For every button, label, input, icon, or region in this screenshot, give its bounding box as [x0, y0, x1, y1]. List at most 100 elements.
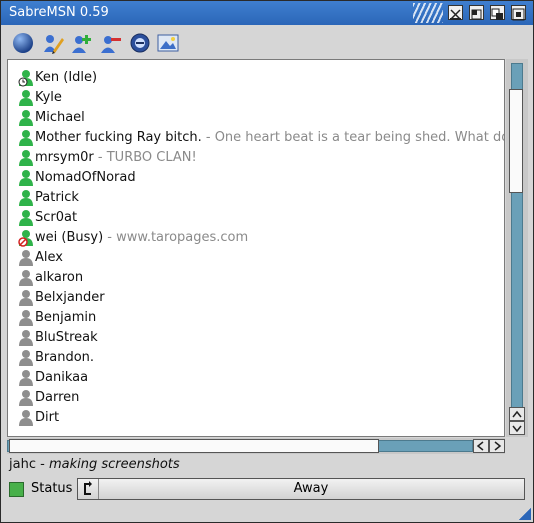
picture-icon[interactable]: [157, 32, 179, 54]
contact-name: Alex: [35, 250, 63, 265]
contact-name: Scr0at: [35, 210, 78, 225]
contact-row[interactable]: alkaron: [8, 268, 504, 288]
horizontal-scrollbar[interactable]: [7, 438, 505, 454]
self-name: jahc: [9, 457, 36, 472]
contact-entry: NomadOfNorad: [35, 170, 136, 185]
offline-buddy-icon: [19, 290, 33, 306]
depth-icon: [491, 8, 503, 20]
contact-name: wei (Busy): [35, 230, 104, 245]
vertical-scrollbar[interactable]: [506, 59, 528, 437]
iconify-button[interactable]: [448, 5, 463, 20]
contact-name: Danikaa: [35, 370, 89, 385]
contact-entry: Darren: [35, 390, 79, 405]
contact-row[interactable]: Michael: [8, 108, 504, 128]
depth-button[interactable]: [490, 5, 505, 20]
contact-name: Mother fucking Ray bitch.: [35, 130, 202, 145]
horizontal-scroll-thumb[interactable]: [9, 439, 379, 453]
scroll-left-button[interactable]: [473, 439, 489, 453]
contact-row[interactable]: Dirt: [8, 408, 504, 428]
personal-status-line: jahc - making screenshots: [9, 457, 180, 472]
status-bar: Status Away: [7, 477, 527, 501]
contact-entry: Mother fucking Ray bitch. - One heart be…: [35, 130, 504, 145]
contact-name: mrsym0r: [35, 150, 94, 165]
window-title: SabreMSN 0.59: [9, 5, 109, 20]
contact-row[interactable]: Belxjander: [8, 288, 504, 308]
contact-message: TURBO CLAN!: [106, 150, 197, 165]
zoom-icon: [471, 9, 482, 20]
contact-row[interactable]: Mother fucking Ray bitch. - One heart be…: [8, 128, 504, 148]
contact-entry: mrsym0r - TURBO CLAN!: [35, 150, 197, 165]
contact-row[interactable]: Scr0at: [8, 208, 504, 228]
offline-buddy-icon: [19, 390, 33, 406]
contact-name: BluStreak: [35, 330, 98, 345]
contact-entry: BluStreak: [35, 330, 98, 345]
contact-entry: Alex: [35, 250, 63, 265]
title-bar[interactable]: SabreMSN 0.59: [1, 1, 533, 25]
scroll-right-button[interactable]: [489, 439, 505, 453]
scroll-down-button[interactable]: [509, 421, 525, 435]
contact-row[interactable]: Kyle: [8, 88, 504, 108]
resize-gadget[interactable]: [519, 508, 531, 520]
online-buddy-icon: [19, 110, 33, 126]
search-icon[interactable]: [129, 32, 151, 54]
contact-row[interactable]: Darren: [8, 388, 504, 408]
busy-buddy-icon: [18, 230, 33, 247]
zoom-button[interactable]: [469, 5, 484, 20]
offline-buddy-icon: [19, 370, 33, 386]
contact-entry: alkaron: [35, 270, 83, 285]
status-color-swatch: [9, 482, 24, 497]
online-buddy-icon: [19, 210, 33, 226]
contact-entry: Benjamin: [35, 310, 96, 325]
vertical-scroll-thumb[interactable]: [509, 89, 523, 193]
status-cycle-button[interactable]: Away: [77, 478, 525, 500]
chevron-up-icon: [512, 410, 522, 418]
offline-buddy-icon: [19, 350, 33, 366]
contact-entry: Kyle: [35, 90, 62, 105]
contact-entry: Belxjander: [35, 290, 105, 305]
contact-row[interactable]: Ken (Idle): [8, 68, 504, 88]
contact-name: Dirt: [35, 410, 60, 425]
contact-row[interactable]: Patrick: [8, 188, 504, 208]
online-buddy-icon: [19, 130, 33, 146]
contact-entry: Ken (Idle): [35, 70, 97, 85]
contact-separator: -: [201, 130, 215, 145]
cycle-icon: [78, 479, 99, 499]
idle-buddy-icon: [18, 70, 33, 87]
contact-row[interactable]: mrsym0r - TURBO CLAN!: [8, 148, 504, 168]
contact-entry: Scr0at: [35, 210, 77, 225]
contact-name: Ken (Idle): [35, 70, 98, 85]
title-drag-stripes: [413, 3, 443, 23]
contact-name: Benjamin: [35, 310, 97, 325]
offline-buddy-icon: [19, 310, 33, 326]
contact-name: Michael: [35, 110, 85, 125]
contact-entry: Danikaa: [35, 370, 88, 385]
contact-row[interactable]: Brandon.: [8, 348, 504, 368]
contact-row[interactable]: BluStreak: [8, 328, 504, 348]
remove-contact-icon[interactable]: [100, 32, 122, 54]
contact-row[interactable]: Benjamin: [8, 308, 504, 328]
add-contact-icon[interactable]: [71, 32, 93, 54]
contact-name: Brandon.: [35, 350, 95, 365]
contact-list[interactable]: Ken (Idle) Kyle Michael Mother fucking Ray …: [7, 59, 505, 437]
contact-row[interactable]: Alex: [8, 248, 504, 268]
contact-row[interactable]: NomadOfNorad: [8, 168, 504, 188]
chevron-right-icon: [494, 441, 502, 451]
online-buddy-icon: [19, 150, 33, 166]
contact-row[interactable]: wei (Busy) - www.taropages.com: [8, 228, 504, 248]
contact-row[interactable]: Danikaa: [8, 368, 504, 388]
status-label: Status: [31, 481, 73, 496]
offline-buddy-icon: [19, 270, 33, 286]
offline-buddy-icon: [19, 330, 33, 346]
contact-entry: Michael: [35, 110, 85, 125]
contact-message: www.taropages.com: [116, 230, 249, 245]
scroll-up-button[interactable]: [509, 407, 525, 421]
online-status-icon[interactable]: [12, 32, 34, 54]
contact-name: Patrick: [35, 190, 79, 205]
contact-entry: Patrick: [35, 190, 79, 205]
maximize-icon: [512, 8, 525, 21]
maximize-button[interactable]: [511, 5, 526, 21]
edit-icon[interactable]: [42, 32, 64, 54]
contact-entry: Dirt: [35, 410, 59, 425]
online-buddy-icon: [19, 190, 33, 206]
online-buddy-icon: [19, 90, 33, 106]
